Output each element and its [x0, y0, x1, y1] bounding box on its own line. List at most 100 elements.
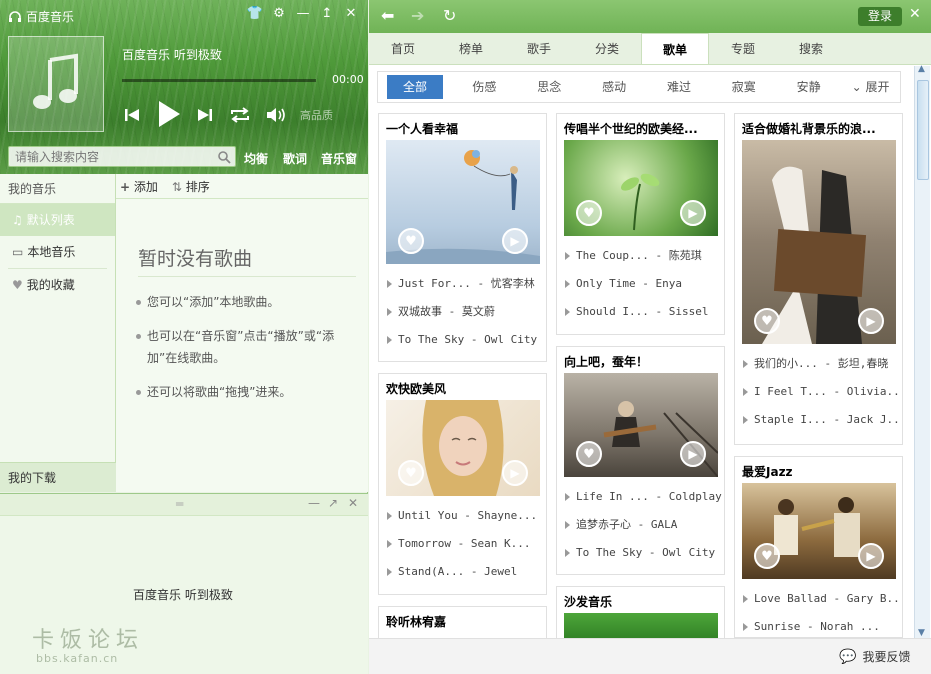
equalizer-link[interactable]: 均衡 [244, 150, 268, 167]
playlist-card[interactable]: 适合做婚礼背景乐的浪... ♥ ▶ 我们的小... - 彭坦,春晓 I Feel… [734, 113, 903, 445]
music-window-link[interactable]: 音乐窗 [321, 150, 357, 167]
quality-label[interactable]: 高品质 [300, 107, 333, 123]
forward-icon[interactable]: ➔ [411, 6, 424, 25]
minimize-icon[interactable]: — [294, 6, 312, 21]
next-icon[interactable] [196, 106, 214, 124]
tab-playlists[interactable]: 歌单 [641, 33, 709, 64]
track-item[interactable]: Should I... - Sissel [557, 298, 724, 326]
volume-icon[interactable] [265, 106, 287, 124]
playlist-card[interactable]: 最爱Jazz ♥ ▶ Love Ballad - Gary B... Sunri… [734, 456, 903, 638]
playlist-card[interactable]: 一个人看幸福 ♥ ▶ Just For... - 忧客李林 双城故事 - 莫文蔚… [378, 113, 547, 362]
track-item[interactable]: Life In ... - Coldplay [557, 483, 724, 511]
playlist-card[interactable]: 欢快欧美风 ♥ ▶ Until You - Shayne... Tomorrow… [378, 373, 547, 595]
sort-button[interactable]: ⇅ 排序 [172, 178, 210, 195]
refresh-icon[interactable]: ↻ [443, 6, 456, 25]
login-button[interactable]: 登录 [858, 7, 902, 26]
track-item[interactable]: Only Time - Enya [557, 270, 724, 298]
favorite-heart-icon[interactable]: ♥ [754, 308, 780, 334]
expand-button[interactable]: ⌄ 展开 [841, 75, 900, 99]
play-icon[interactable] [156, 99, 182, 129]
playlist-card[interactable]: 传唱半个世纪的欧美经... ♥ ▶ The Coup... - 陈苑琪 Only… [556, 113, 725, 335]
skin-icon[interactable]: 👕 [246, 6, 264, 21]
play-circle-icon[interactable]: ▶ [680, 200, 706, 226]
playlist-card[interactable]: 向上吧，蚕年！ ♥ ▶ Life In ... - Coldplay 追梦赤子心… [556, 346, 725, 575]
pin-icon[interactable]: ↥ [318, 6, 336, 21]
add-button[interactable]: + 添加 [120, 178, 158, 195]
card-title[interactable]: 传唱半个世纪的欧美经... [557, 114, 724, 140]
tab-charts[interactable]: 榜单 [437, 33, 505, 64]
progress-bar[interactable] [122, 79, 316, 82]
card-title[interactable]: 适合做婚礼背景乐的浪... [735, 114, 902, 140]
pin-icon[interactable]: ↗ [328, 496, 338, 510]
sidebar-item-favorites[interactable]: ♥ 我的收藏 [0, 269, 115, 301]
card-title[interactable]: 一个人看幸福 [379, 114, 546, 140]
tab-categories[interactable]: 分类 [573, 33, 641, 64]
scroll-thumb[interactable] [917, 80, 929, 180]
track-item[interactable]: I Feel T... - Olivia... [735, 378, 902, 406]
lyrics-link[interactable]: 歌词 [283, 150, 307, 167]
cover-image[interactable] [564, 613, 718, 641]
cover-image[interactable]: ♥ ▶ [564, 140, 718, 236]
track-item[interactable]: To The Sky - Owl City [557, 539, 724, 567]
scrollbar[interactable]: ▲ ▼ [914, 64, 930, 638]
track-item[interactable]: 我们的小... - 彭坦,春晓 [735, 350, 902, 378]
track-item[interactable]: Stand(A... - Jewel [379, 558, 546, 586]
category-item[interactable]: 安静 [776, 75, 841, 99]
favorite-heart-icon[interactable]: ♥ [754, 543, 780, 569]
play-circle-icon[interactable]: ▶ [502, 460, 528, 486]
category-item[interactable]: 感动 [582, 75, 647, 99]
cover-image[interactable]: ♥ ▶ [386, 400, 540, 496]
favorite-heart-icon[interactable]: ♥ [398, 460, 424, 486]
track-item[interactable]: Love Ballad - Gary B... [735, 585, 902, 613]
cover-image[interactable]: ♥ ▶ [742, 140, 896, 344]
favorite-heart-icon[interactable]: ♥ [576, 441, 602, 467]
category-item[interactable]: 思念 [517, 75, 582, 99]
back-icon[interactable]: ⬅ [381, 6, 394, 25]
previous-icon[interactable] [123, 106, 141, 124]
settings-icon[interactable]: ⚙ [270, 6, 288, 21]
category-item[interactable]: 寂寞 [711, 75, 776, 99]
track-item[interactable]: Tomorrow - Sean K... [379, 530, 546, 558]
card-title[interactable]: 最爱Jazz [735, 457, 902, 483]
search-box[interactable] [8, 146, 236, 167]
drag-handle-icon[interactable]: ═ [176, 497, 183, 511]
close-icon[interactable]: ✕ [348, 496, 358, 510]
sidebar-item-local-music[interactable]: ▭ 本地音乐 [0, 236, 115, 268]
play-circle-icon[interactable]: ▶ [680, 441, 706, 467]
category-item[interactable]: 难过 [647, 75, 712, 99]
play-circle-icon[interactable]: ▶ [858, 543, 884, 569]
search-icon[interactable] [217, 150, 231, 164]
repeat-icon[interactable] [229, 106, 251, 124]
close-icon[interactable]: ✕ [909, 6, 921, 22]
scroll-up-icon[interactable]: ▲ [918, 64, 925, 74]
feedback-link[interactable]: 💬 我要反馈 [839, 648, 910, 665]
play-circle-icon[interactable]: ▶ [858, 308, 884, 334]
tab-search[interactable]: 搜索 [777, 33, 845, 64]
track-item[interactable]: Just For... - 忧客李林 [379, 270, 546, 298]
favorite-heart-icon[interactable]: ♥ [398, 228, 424, 254]
close-icon[interactable]: ✕ [342, 6, 360, 21]
sidebar-downloads[interactable]: 我的下载 [0, 462, 116, 492]
favorite-heart-icon[interactable]: ♥ [576, 200, 602, 226]
playlist-card[interactable]: 沙发音乐 [556, 586, 725, 646]
track-item[interactable]: Staple I... - Jack J... [735, 406, 902, 434]
track-item[interactable]: 双城故事 - 莫文蔚 [379, 298, 546, 326]
sidebar-item-default-list[interactable]: ♫ 默认列表 [0, 204, 115, 236]
track-item[interactable]: To The Sky - Owl City [379, 326, 546, 354]
category-all[interactable]: 全部 [387, 75, 443, 99]
card-title[interactable]: 向上吧，蚕年！ [557, 347, 724, 373]
tab-topics[interactable]: 专题 [709, 33, 777, 64]
minimize-icon[interactable]: — [308, 496, 320, 510]
track-item[interactable]: Sunrise - Norah ... [735, 613, 902, 637]
cover-image[interactable]: ♥ ▶ [742, 483, 896, 579]
track-item[interactable]: The Coup... - 陈苑琪 [557, 242, 724, 270]
card-title[interactable]: 欢快欧美风 [379, 374, 546, 400]
card-title[interactable]: 聆听林宥嘉 [379, 607, 546, 633]
cover-image[interactable]: ♥ ▶ [386, 140, 540, 264]
category-item[interactable]: 伤感 [452, 75, 517, 99]
tab-home[interactable]: 首页 [369, 33, 437, 64]
track-item[interactable]: Until You - Shayne... [379, 502, 546, 530]
play-circle-icon[interactable]: ▶ [502, 228, 528, 254]
card-title[interactable]: 沙发音乐 [557, 587, 724, 613]
track-item[interactable]: 追梦赤子心 - GALA [557, 511, 724, 539]
